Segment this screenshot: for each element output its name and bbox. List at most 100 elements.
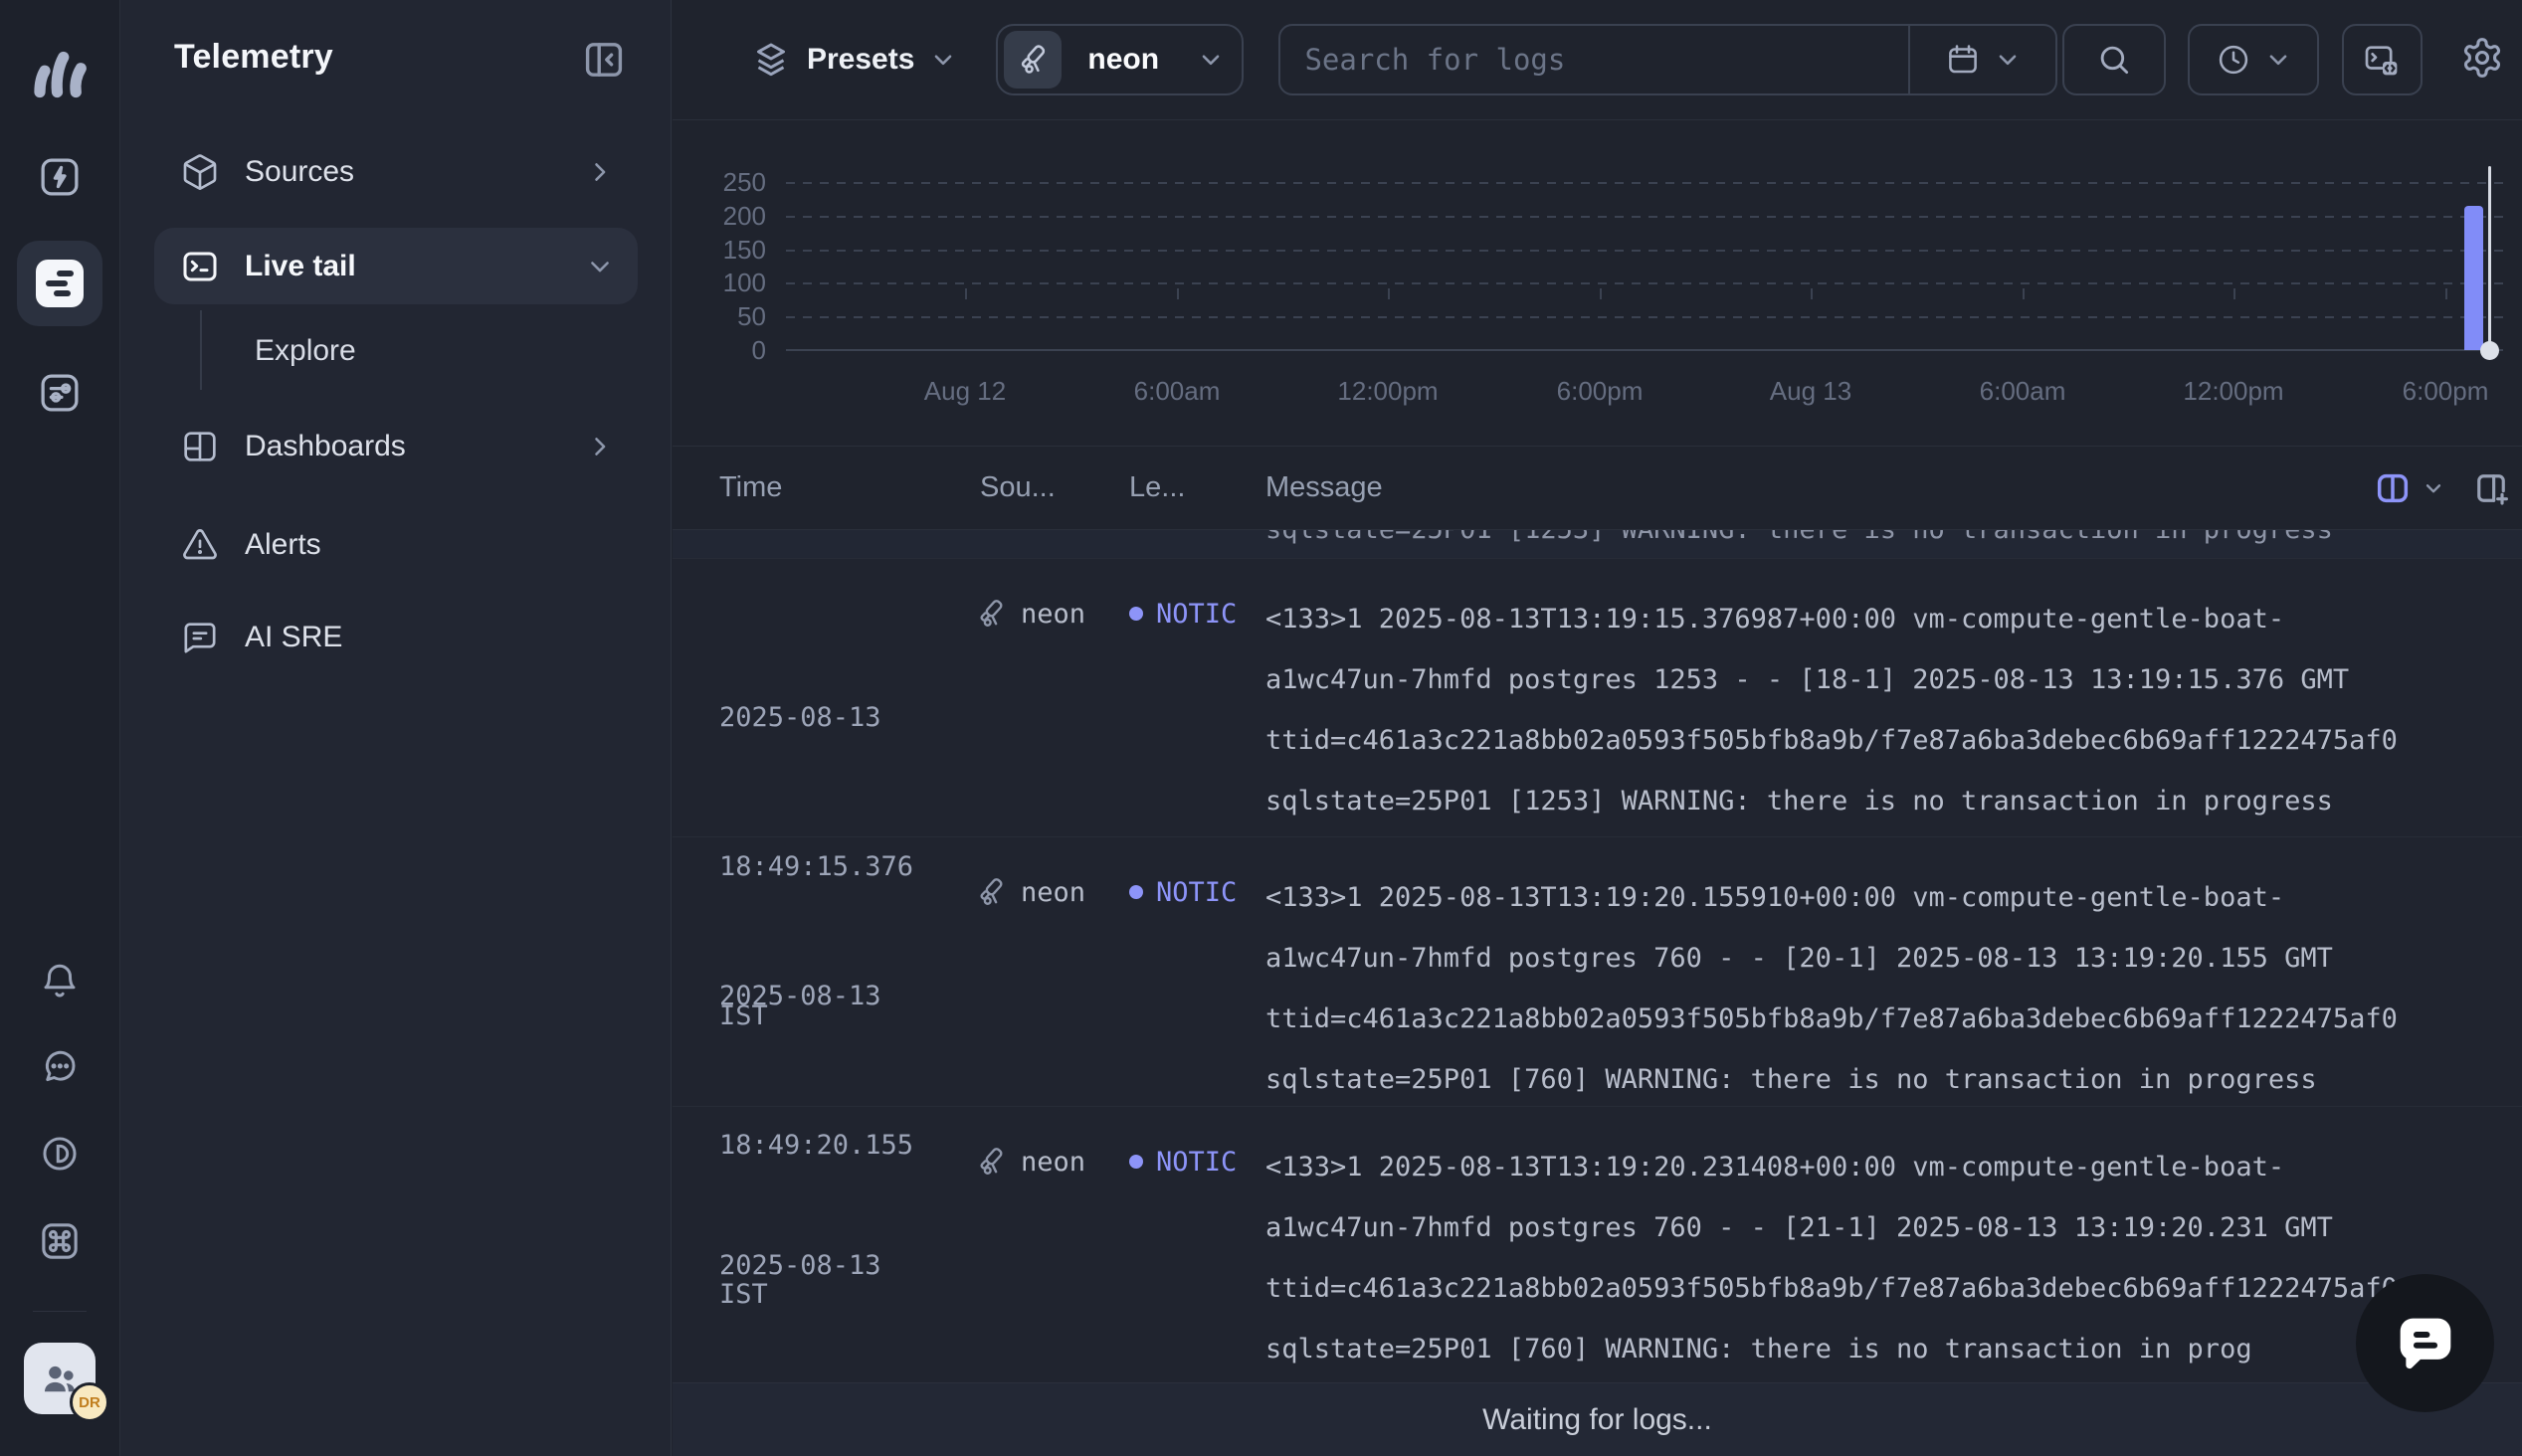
x-axis-line xyxy=(786,349,2503,351)
feedback-button[interactable] xyxy=(24,1031,96,1103)
gridline xyxy=(786,216,2503,218)
log-level: NOTIC xyxy=(1129,1137,1237,1186)
gridline xyxy=(786,250,2503,252)
source-selector-value: neon xyxy=(1087,43,1159,77)
x-tick-label: 6:00pm xyxy=(2403,376,2489,407)
column-header-time[interactable]: Time xyxy=(719,447,782,529)
cube-icon xyxy=(180,152,220,192)
settings-button[interactable] xyxy=(2460,36,2508,84)
sidebar-item-explore[interactable]: Explore xyxy=(154,312,638,389)
log-level: NOTIC xyxy=(1129,589,1237,638)
sidebar-item-alerts[interactable]: Alerts xyxy=(154,506,638,583)
partial-log-row[interactable]: sqlstate=25P01 [1253] WARNING: there is … xyxy=(673,530,2522,558)
date-range-button[interactable] xyxy=(1910,26,2055,93)
gear-icon xyxy=(2460,36,2504,80)
y-tick-label: 100 xyxy=(673,268,766,297)
x-tick-label: 6:00pm xyxy=(1557,376,1644,407)
theme-toggle-button[interactable] xyxy=(24,1118,96,1189)
collapse-panel-icon xyxy=(580,36,628,84)
log-time: 2025-08-13 18:49:20.231 IST xyxy=(719,1142,913,1382)
sidebar-item-dashboards[interactable]: Dashboards xyxy=(154,408,638,484)
level-dot xyxy=(1129,607,1143,621)
x-tick xyxy=(1600,288,1602,299)
x-tick xyxy=(2445,288,2447,299)
montecarlo-logo-icon[interactable] xyxy=(30,45,90,102)
search-input[interactable] xyxy=(1280,26,1908,93)
time-cursor-dot[interactable] xyxy=(2480,341,2499,360)
y-tick-label: 200 xyxy=(673,201,766,231)
dashboard-grid-icon xyxy=(180,427,220,466)
log-level: NOTIC xyxy=(1129,867,1237,917)
x-tick-label: 12:00pm xyxy=(2183,376,2283,407)
x-tick-label: Aug 12 xyxy=(924,376,1006,407)
log-message: <133>1 2025-08-13T13:19:20.231408+00:00 … xyxy=(1265,1137,2506,1379)
log-row[interactable]: 2025-08-13 18:49:20.155 IST neon NOTIC <… xyxy=(673,836,2522,1106)
column-header-level[interactable]: Le... xyxy=(1129,447,1185,529)
log-row[interactable]: 2025-08-13 18:49:15.376 IST neon NOTIC <… xyxy=(673,558,2522,836)
x-tick xyxy=(1811,288,1813,299)
sidebar-item-label: Explore xyxy=(255,334,356,368)
status-bar: Waiting for logs... xyxy=(673,1382,2522,1456)
log-source: neon xyxy=(974,867,1085,917)
rail-quick-actions-button[interactable] xyxy=(17,134,102,220)
rail-divider xyxy=(33,1311,87,1312)
x-tick xyxy=(1177,288,1179,299)
sidebar-item-label: Alerts xyxy=(245,528,321,562)
command-menu-button[interactable] xyxy=(24,1205,96,1277)
message-square-icon xyxy=(180,618,220,657)
gridline xyxy=(786,182,2503,184)
column-layout-dropdown[interactable] xyxy=(2373,447,2444,529)
time-range-dropdown[interactable] xyxy=(2188,24,2319,95)
rail-logs-button[interactable] xyxy=(17,241,102,326)
x-tick xyxy=(2233,288,2235,299)
waiting-status-text: Waiting for logs... xyxy=(1482,1403,1712,1437)
sidebar-item-sources[interactable]: Sources xyxy=(154,133,638,210)
notifications-button[interactable] xyxy=(24,946,96,1017)
support-chat-fab[interactable] xyxy=(2356,1274,2494,1412)
rail-metrics-button[interactable] xyxy=(17,350,102,436)
log-row[interactable]: 2025-08-13 18:49:20.231 IST neon NOTIC <… xyxy=(673,1106,2522,1382)
source-selector-dropdown[interactable]: neon xyxy=(996,24,1244,95)
chat-bubble-icon xyxy=(2388,1306,2463,1381)
x-tick xyxy=(965,288,967,299)
chevron-down-icon xyxy=(1198,47,1224,73)
log-lines-icon xyxy=(36,260,84,307)
toolbar: Presets neon xyxy=(673,0,2522,120)
x-tick xyxy=(1388,288,1390,299)
sidebar-item-live-tail[interactable]: Live tail xyxy=(154,228,638,304)
column-header-message[interactable]: Message xyxy=(1265,447,1383,529)
warning-triangle-icon xyxy=(180,525,220,565)
sidebar-item-label: Dashboards xyxy=(245,430,406,463)
log-source: neon xyxy=(974,589,1085,638)
column-header-source[interactable]: Sou... xyxy=(980,447,1056,529)
log-volume-chart[interactable]: 250 200 150 100 50 0 Aug 12 6:00am 12:00… xyxy=(673,120,2522,446)
search-button[interactable] xyxy=(2062,24,2166,95)
add-column-button[interactable] xyxy=(2470,447,2512,529)
avatar-initials-badge[interactable]: DR xyxy=(70,1382,109,1422)
lightning-bolt-icon xyxy=(37,154,83,200)
telescope-icon xyxy=(974,1145,1008,1179)
presets-label: Presets xyxy=(807,43,914,77)
x-tick-label: 12:00pm xyxy=(1337,376,1438,407)
histogram-bar[interactable] xyxy=(2464,206,2483,350)
telescope-icon xyxy=(974,597,1008,631)
x-tick-label: 6:00am xyxy=(1980,376,2066,407)
chevron-down-icon xyxy=(2265,47,2291,73)
x-tick xyxy=(2023,288,2025,299)
terminal-icon xyxy=(180,247,220,286)
sidebar-item-label: AI SRE xyxy=(245,621,342,654)
y-tick-label: 50 xyxy=(673,301,766,331)
chevron-down-icon xyxy=(930,47,956,73)
icon-rail: DR xyxy=(0,0,120,1456)
query-console-button[interactable] xyxy=(2342,24,2424,95)
presets-dropdown[interactable]: Presets xyxy=(751,40,956,80)
chart-plot-area[interactable] xyxy=(786,182,2503,350)
level-dot xyxy=(1129,885,1143,899)
time-cursor-line[interactable] xyxy=(2488,166,2491,350)
sidebar-item-ai-sre[interactable]: AI SRE xyxy=(154,599,638,675)
log-search-group xyxy=(1278,24,2057,95)
calendar-icon xyxy=(1945,42,1981,78)
chevron-right-icon xyxy=(586,433,614,460)
sidebar: Telemetry Sources Live tail Explore D xyxy=(120,0,672,1456)
sidebar-collapse-button[interactable] xyxy=(580,36,628,84)
